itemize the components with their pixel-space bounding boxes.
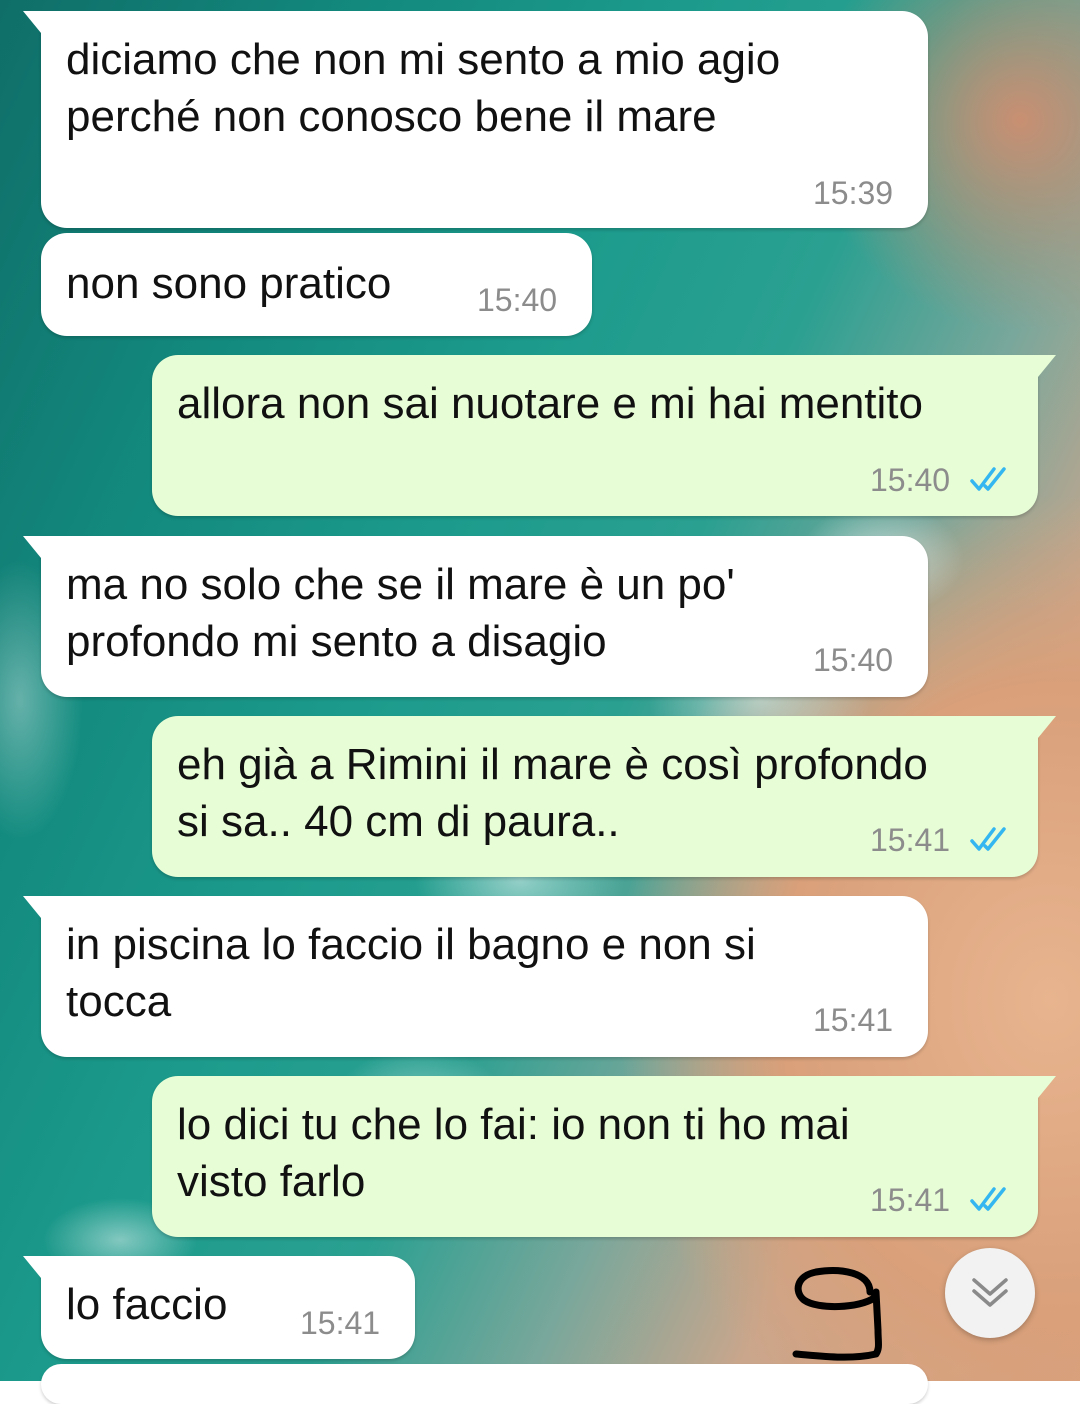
message-text: allora non sai nuotare e mi hai mentito xyxy=(177,379,923,428)
bubble-tail xyxy=(23,896,41,918)
bubble-tail xyxy=(1038,1076,1056,1098)
message-time: 15:40 xyxy=(477,282,558,318)
message-time: 15:39 xyxy=(813,175,894,211)
message-incoming[interactable]: lo faccio 15:41 xyxy=(23,1256,415,1359)
message-outgoing[interactable]: allora non sai nuotare e mi hai mentito … xyxy=(152,355,1056,516)
read-ticks-icon xyxy=(970,467,1006,491)
message-text: diciamo che non mi sento a mio agio perc… xyxy=(66,35,781,141)
bubble-tail xyxy=(23,536,41,558)
message-incoming[interactable]: diciamo che non mi sento a mio agio perc… xyxy=(23,11,928,228)
message-time: 15:40 xyxy=(813,642,894,678)
scroll-to-bottom-button[interactable] xyxy=(945,1248,1035,1338)
bubble-tail xyxy=(1038,716,1056,738)
message-incoming[interactable]: non sono pratico 15:40 xyxy=(41,233,592,336)
message-text: lo dici tu che lo fai: io non ti ho mai … xyxy=(177,1100,850,1206)
message-outgoing[interactable]: eh già a Rimini il mare è così profondo … xyxy=(152,716,1056,877)
message-outgoing[interactable]: lo dici tu che lo fai: io non ti ho mai … xyxy=(152,1076,1056,1237)
message-incoming[interactable]: ma no solo che se il mare è un po' profo… xyxy=(23,536,928,697)
handwritten-number-mark xyxy=(792,1267,882,1361)
message-text: in piscina lo faccio il bagno e non si t… xyxy=(66,920,756,1026)
chevron-double-down-icon xyxy=(972,1278,1008,1307)
read-ticks-icon xyxy=(970,827,1006,851)
message-text: non sono pratico xyxy=(66,259,392,308)
message-text: ma no solo che se il mare è un po' profo… xyxy=(66,560,735,666)
bubble-tail xyxy=(23,1256,41,1278)
bubble-tail xyxy=(23,11,41,33)
message-time: 15:41 xyxy=(813,1002,894,1038)
message-time: 15:40 xyxy=(870,462,951,498)
bubble-tail xyxy=(1038,355,1056,377)
message-text: lo faccio xyxy=(66,1280,228,1329)
message-time: 15:41 xyxy=(870,822,951,858)
message-time: 15:41 xyxy=(300,1305,381,1341)
message-text: eh già a Rimini il mare è così profondo … xyxy=(177,740,928,846)
message-time: 15:41 xyxy=(870,1182,951,1218)
message-incoming[interactable]: in piscina lo faccio il bagno e non si t… xyxy=(23,896,928,1057)
read-ticks-icon xyxy=(970,1187,1006,1211)
